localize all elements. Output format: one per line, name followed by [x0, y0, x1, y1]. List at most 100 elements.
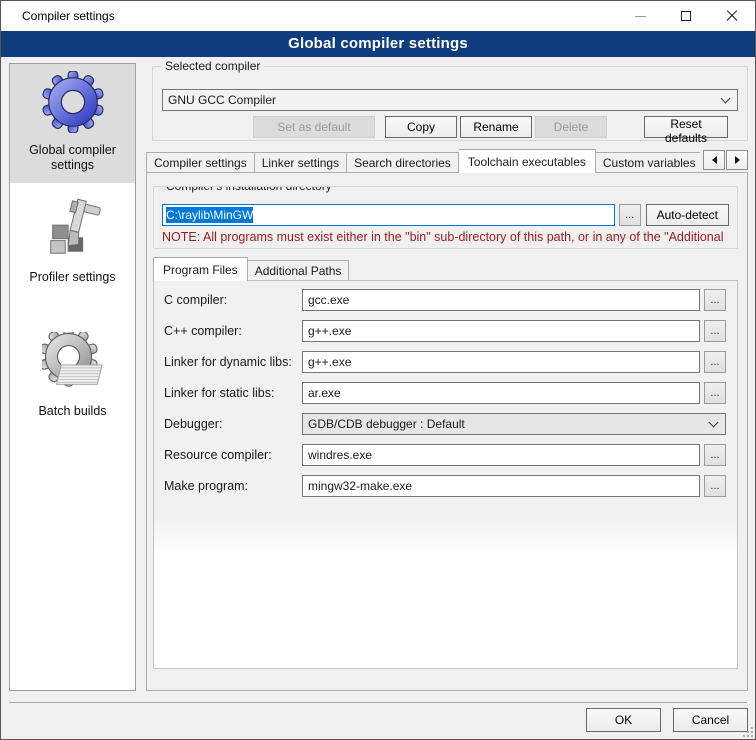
field-value: windres.exe — [308, 448, 372, 462]
browse-button[interactable]: ... — [704, 444, 726, 466]
install-dir-group-label: Compiler's installation directory — [162, 186, 336, 193]
close-icon — [726, 10, 738, 22]
tab-linker-settings[interactable]: Linker settings — [255, 152, 347, 173]
window-controls — [617, 1, 755, 31]
tab-scroll-left-button[interactable] — [703, 150, 725, 170]
chevron-down-icon — [721, 93, 731, 103]
main-panel: Selected compiler GNU GCC Compiler Set a… — [146, 57, 748, 691]
window-title: Compiler settings — [22, 9, 115, 23]
tab-search-directories[interactable]: Search directories — [347, 152, 459, 173]
gear-stack-icon — [42, 332, 104, 394]
field-input-ccompiler[interactable]: gcc.exe — [302, 289, 700, 311]
arrow-left-icon — [708, 156, 717, 164]
tab-toolchain-executables[interactable]: Toolchain executables — [459, 149, 596, 173]
gear-blue-icon — [42, 71, 104, 133]
cancel-button[interactable]: Cancel — [673, 708, 748, 732]
field-label: Resource compiler: — [164, 448, 302, 462]
field-row: Debugger: GDB/CDB debugger : Default — [164, 413, 726, 435]
field-row: Linker for dynamic libs: g++.exe... — [164, 351, 726, 373]
field-row: Resource compiler: windres.exe... — [164, 444, 726, 466]
field-row: C++ compiler: g++.exe... — [164, 320, 726, 342]
compiler-select-value: GNU GCC Compiler — [168, 93, 722, 107]
install-dir-row: C:\raylib\MinGW ... Auto-detect — [162, 204, 729, 226]
install-dir-input[interactable]: C:\raylib\MinGW — [162, 204, 615, 226]
sidebar-item-global-compiler-settings[interactable]: Global compiler settings — [10, 64, 135, 183]
ok-button[interactable]: OK — [586, 708, 661, 732]
browse-button[interactable]: ... — [704, 475, 726, 497]
field-label: Linker for static libs: — [164, 386, 302, 400]
browse-button[interactable]: ... — [704, 320, 726, 342]
title-bar: Compiler settings — [1, 1, 755, 31]
copy-button[interactable]: Copy — [385, 116, 457, 138]
selected-compiler-group: Selected compiler GNU GCC Compiler Set a… — [152, 66, 748, 141]
selected-compiler-group-label: Selected compiler — [161, 59, 264, 73]
minimize-icon — [635, 16, 646, 17]
compiler-settings-dialog: Compiler settings Global compiler settin… — [0, 0, 756, 740]
page-title: Global compiler settings — [1, 31, 755, 57]
field-input-ccompiler[interactable]: g++.exe — [302, 320, 700, 342]
tab-scroll-arrows — [702, 150, 748, 170]
compiler-buttons-row: Set as default CopyRenameDelete Reset defa… — [162, 116, 728, 138]
field-label: C++ compiler: — [164, 324, 302, 338]
sidebar-item-label: Profiler settings — [29, 270, 115, 285]
subtab-program-files[interactable]: Program Files — [153, 257, 248, 281]
sidebar-item-label: Global compiler settings — [12, 143, 133, 173]
browse-button[interactable]: ... — [704, 382, 726, 404]
debugger-select-value: GDB/CDB debugger : Default — [308, 417, 710, 431]
browse-button[interactable]: ... — [704, 289, 726, 311]
sidebar-item-batch-builds[interactable]: Batch builds — [10, 325, 135, 429]
arrow-right-icon — [735, 156, 744, 164]
set-as-default-button[interactable]: Set as default — [253, 116, 375, 138]
debugger-select[interactable]: GDB/CDB debugger : Default — [302, 413, 726, 435]
field-row: C compiler: gcc.exe... — [164, 289, 726, 311]
field-label: C compiler: — [164, 293, 302, 307]
resize-grip[interactable] — [741, 725, 753, 737]
field-row: Linker for static libs: ar.exe... — [164, 382, 726, 404]
sidebar-item-label: Batch builds — [38, 404, 106, 419]
sidebar: Global compiler settings Profiler settin… — [9, 63, 136, 691]
minimize-button[interactable] — [617, 1, 663, 31]
settings-tabs: Compiler settingsLinker settingsSearch d… — [146, 149, 748, 173]
toolchain-form: C compiler: gcc.exe... C++ compiler: g++.ex… — [164, 289, 726, 497]
field-value: ar.exe — [308, 386, 341, 400]
maximize-button[interactable] — [663, 1, 709, 31]
rename-button[interactable]: Rename — [460, 116, 532, 138]
field-value: gcc.exe — [308, 293, 349, 307]
dialog-body: Global compiler settings Profiler settin… — [1, 57, 755, 739]
field-input-makeprogram[interactable]: mingw32-make.exe — [302, 475, 700, 497]
install-dir-selected-text: C:\raylib\MinGW — [166, 207, 253, 223]
subtab-additional-paths[interactable]: Additional Paths — [248, 260, 350, 281]
footer-buttons: OK Cancel — [586, 708, 748, 732]
field-value: g++.exe — [308, 324, 351, 338]
tab-strip: Compiler settingsLinker settingsSearch d… — [146, 149, 700, 173]
field-input-resourcecompiler[interactable]: windres.exe — [302, 444, 700, 466]
reset-defaults-button[interactable]: Reset defaults — [644, 116, 728, 138]
chevron-down-icon — [709, 417, 719, 427]
program-files-tabs: Program FilesAdditional Paths — [153, 258, 738, 281]
tab-scroll-right-button[interactable] — [726, 150, 748, 170]
tab-compiler-settings[interactable]: Compiler settings — [146, 152, 255, 173]
field-label: Make program: — [164, 479, 302, 493]
caliper-icon — [42, 198, 104, 260]
toolchain-executables-page: Compiler's installation directory C:\ray… — [146, 172, 748, 691]
install-dir-browse-button[interactable]: ... — [619, 204, 641, 226]
field-label: Linker for dynamic libs: — [164, 355, 302, 369]
delete-button[interactable]: Delete — [535, 116, 607, 138]
field-row: Make program: mingw32-make.exe... — [164, 475, 726, 497]
field-value: g++.exe — [308, 355, 351, 369]
field-input-linkerforstaticlibs[interactable]: ar.exe — [302, 382, 700, 404]
program-files-page: C compiler: gcc.exe... C++ compiler: g++.ex… — [153, 280, 738, 669]
field-input-linkerfordynamiclibs[interactable]: g++.exe — [302, 351, 700, 373]
close-button[interactable] — [709, 1, 755, 31]
auto-detect-button[interactable]: Auto-detect — [646, 204, 729, 226]
footer-separator — [9, 702, 747, 703]
sidebar-item-profiler-settings[interactable]: Profiler settings — [10, 191, 135, 295]
field-value: mingw32-make.exe — [308, 479, 412, 493]
tab-custom-variables[interactable]: Custom variables — [596, 152, 700, 173]
compiler-select[interactable]: GNU GCC Compiler — [162, 89, 738, 111]
browse-button[interactable]: ... — [704, 351, 726, 373]
install-dir-note: NOTE: All programs must exist either in … — [162, 230, 729, 244]
install-dir-group: Compiler's installation directory C:\ray… — [153, 186, 738, 249]
maximize-icon — [681, 11, 691, 21]
field-label: Debugger: — [164, 417, 302, 431]
